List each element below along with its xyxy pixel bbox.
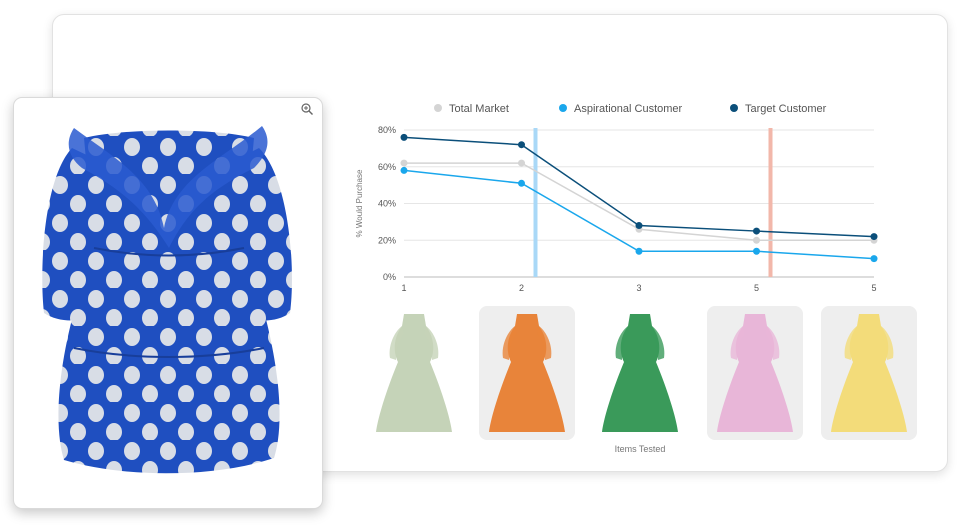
dress-thumbnail-image <box>831 314 907 432</box>
data-point <box>518 179 525 187</box>
x-tick-label: 5 <box>871 283 876 293</box>
highlight-marker <box>533 128 538 277</box>
dress-thumbnail-image <box>602 314 678 432</box>
x-tick-label: 2 <box>519 283 524 293</box>
thumbnail-dress-3[interactable] <box>592 306 688 440</box>
legend-marker <box>434 104 442 112</box>
product-image-card[interactable] <box>13 97 323 509</box>
data-point <box>635 222 643 230</box>
y-axis-label: % Would Purchase <box>355 169 364 237</box>
thumbnail-dress-2[interactable] <box>479 306 575 440</box>
dress-thumbnail-image <box>717 314 793 432</box>
data-point <box>400 159 408 167</box>
legend-marker <box>730 104 738 112</box>
legend-label: Aspirational Customer <box>574 103 683 115</box>
y-tick-label: 0% <box>383 272 396 282</box>
x-tick-label: 3 <box>636 283 641 293</box>
x-axis-label: Items Tested <box>614 444 666 454</box>
y-tick-label: 60% <box>378 162 396 172</box>
thumbnail-dress-5[interactable] <box>821 306 917 440</box>
dress-thumbnail-image <box>489 314 565 432</box>
y-tick-label: 40% <box>378 199 396 209</box>
thumbnail-dress-1[interactable] <box>366 306 462 440</box>
series-line <box>403 169 875 260</box>
data-point <box>400 133 408 141</box>
dress-thumbnail-image <box>376 314 452 432</box>
data-point <box>753 247 760 255</box>
data-point <box>870 233 878 241</box>
x-tick-label: 5 <box>754 283 759 293</box>
y-tick-label: 80% <box>378 125 396 135</box>
data-point <box>870 255 878 263</box>
line-chart: 0% 20% 40% 60% 80% 1 2 3 5 5 % Would Purchase Total… <box>340 92 900 302</box>
data-point <box>400 166 408 174</box>
product-dress-image <box>42 126 292 474</box>
zoom-icon[interactable] <box>300 102 314 116</box>
legend-label: Total Market <box>449 103 509 115</box>
thumbnail-dress-4[interactable] <box>707 306 803 440</box>
series-line <box>403 136 875 238</box>
x-tick-label: 1 <box>401 283 406 293</box>
data-point <box>753 236 760 244</box>
data-point <box>635 247 643 255</box>
data-point <box>753 227 760 235</box>
legend-marker <box>559 104 567 112</box>
data-point <box>518 141 525 149</box>
highlight-marker <box>768 128 773 277</box>
data-point <box>518 159 525 167</box>
legend-label: Target Customer <box>745 103 827 115</box>
y-tick-label: 20% <box>378 235 396 245</box>
